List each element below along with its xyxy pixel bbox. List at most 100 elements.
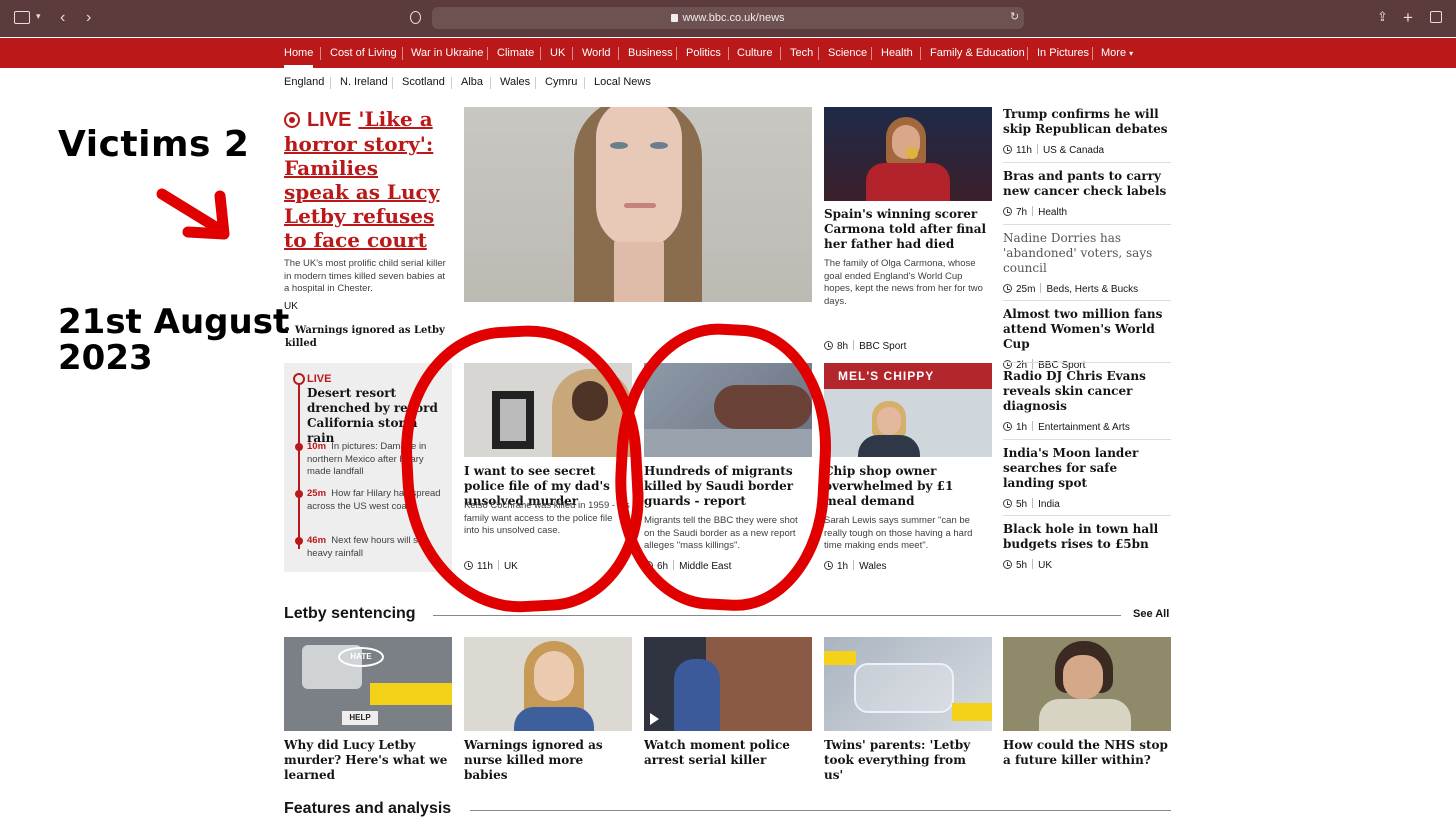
- sidebar-time: 25m: [1016, 284, 1036, 295]
- reload-icon[interactable]: ↻: [1010, 12, 1019, 23]
- divider: [1003, 300, 1171, 301]
- letby-headline-2[interactable]: Warnings ignored as nurse killed more ba…: [464, 738, 624, 783]
- sidebar-headline[interactable]: Radio DJ Chris Evans reveals skin cancer…: [1003, 369, 1171, 414]
- sidebar-headline[interactable]: Black hole in town hall budgets rises to…: [1003, 522, 1171, 552]
- nav-culture[interactable]: Culture: [737, 38, 772, 68]
- nav-science[interactable]: Science: [828, 38, 867, 68]
- sidebar-tag[interactable]: Health: [1038, 207, 1067, 218]
- chevron-down-icon: ▾: [1129, 49, 1134, 58]
- subnav-scotland[interactable]: Scotland: [402, 76, 445, 88]
- chevron-down-icon[interactable]: ▾: [36, 12, 41, 21]
- shirt-shape: [1039, 699, 1131, 731]
- story-tag[interactable]: Wales: [859, 561, 886, 572]
- nav-tech[interactable]: Tech: [790, 38, 813, 68]
- subnav-n-ireland[interactable]: N. Ireland: [340, 76, 388, 88]
- nav-family-education[interactable]: Family & Education: [930, 38, 1025, 68]
- nav-climate[interactable]: Climate: [497, 38, 534, 68]
- sidebar-item[interactable]: Radio DJ Chris Evans reveals skin cancer…: [1003, 369, 1171, 433]
- spain-tag[interactable]: BBC Sport: [859, 341, 906, 352]
- subnav-england[interactable]: England: [284, 76, 324, 88]
- nav-business[interactable]: Business: [628, 38, 673, 68]
- letby-headline-3[interactable]: Watch moment police arrest serial killer: [644, 738, 812, 768]
- sidebar-toggle-icon[interactable]: [14, 11, 30, 24]
- tab-overview-icon[interactable]: [1430, 11, 1442, 23]
- nav-cost-of-living[interactable]: Cost of Living: [330, 38, 397, 68]
- sidebar-item[interactable]: Bras and pants to carry new cancer check…: [1003, 169, 1171, 218]
- back-icon[interactable]: ‹: [60, 10, 65, 26]
- sidebar-item[interactable]: India's Moon lander searches for safe la…: [1003, 446, 1171, 510]
- section-rule: [433, 615, 1121, 616]
- sidebar-headline[interactable]: Trump confirms he will skip Republican d…: [1003, 107, 1171, 137]
- nav-divider: [871, 47, 872, 60]
- letby-headline-4[interactable]: Twins' parents: 'Letby took everything f…: [824, 738, 984, 783]
- subnav-alba[interactable]: Alba: [461, 76, 483, 88]
- lead-bullet[interactable]: Warnings ignored as Letby killed: [285, 324, 445, 350]
- live-update-time: 46m: [307, 535, 327, 546]
- letby-image-4[interactable]: [824, 637, 992, 731]
- divider: [1003, 224, 1171, 225]
- browser-toolbar: ▾ ‹ › www.bbc.co.uk/news ↻ ⇪ +: [0, 0, 1456, 37]
- nav-war-in-ukraine[interactable]: War in Ukraine: [411, 38, 483, 68]
- letby-image-5[interactable]: [1003, 637, 1171, 731]
- story-headline-chippy[interactable]: Chip shop owner overwhelmed by £1 meal d…: [824, 464, 986, 509]
- live-label: LIVE: [306, 109, 352, 131]
- story-image-chippy[interactable]: MEL'S CHIPPY: [824, 363, 992, 457]
- subnav-cymru[interactable]: Cymru: [545, 76, 577, 88]
- nav-divider: [320, 47, 321, 60]
- spain-headline[interactable]: Spain's winning scorer Carmona told afte…: [824, 207, 989, 252]
- sidebar-time: 1h: [1016, 422, 1028, 433]
- sidebar-headline[interactable]: Bras and pants to carry new cancer check…: [1003, 169, 1171, 199]
- bullet-icon: [285, 327, 289, 331]
- face-shape: [1063, 655, 1103, 699]
- lead-image[interactable]: [464, 107, 812, 302]
- sidebar-time: 7h: [1016, 207, 1028, 218]
- subnav-wales[interactable]: Wales: [500, 76, 530, 88]
- nav-world[interactable]: World: [582, 38, 611, 68]
- sidebar-tag[interactable]: UK: [1038, 560, 1052, 571]
- see-all-link[interactable]: See All: [1133, 608, 1169, 620]
- privacy-shield-icon[interactable]: [410, 11, 421, 24]
- live-update-time: 10m: [307, 441, 327, 452]
- play-icon[interactable]: [650, 713, 659, 725]
- lead-tag[interactable]: UK: [284, 301, 298, 313]
- address-bar[interactable]: www.bbc.co.uk/news: [432, 7, 1024, 29]
- nav-uk[interactable]: UK: [550, 38, 565, 68]
- letby-headline-1[interactable]: Why did Lucy Letby murder? Here's what w…: [284, 738, 452, 783]
- share-icon[interactable]: ⇪: [1377, 10, 1388, 23]
- story-summary-chippy: Sarah Lewis says summer "can be really t…: [824, 515, 973, 551]
- nav-in-pictures[interactable]: In Pictures: [1037, 38, 1089, 68]
- letby-headline-5[interactable]: How could the NHS stop a future killer w…: [1003, 738, 1171, 768]
- sidebar-headline[interactable]: Almost two million fans attend Women's W…: [1003, 307, 1171, 352]
- letby-image-2[interactable]: [464, 637, 632, 731]
- sidebar-item[interactable]: Trump confirms he will skip Republican d…: [1003, 107, 1171, 156]
- nav-health[interactable]: Health: [881, 38, 913, 68]
- sidebar-meta: 5h UK: [1003, 559, 1171, 571]
- letby-image-1[interactable]: HATE HELP: [284, 637, 452, 731]
- nav-divider: [920, 47, 921, 60]
- subnav-local-news[interactable]: Local News: [594, 76, 651, 88]
- nav-home[interactable]: Home: [284, 38, 314, 68]
- sidebar-tag[interactable]: India: [1038, 499, 1060, 510]
- forward-icon[interactable]: ›: [86, 10, 91, 26]
- nav-divider: [487, 47, 488, 60]
- sidebar-tag[interactable]: Beds, Herts & Bucks: [1046, 284, 1138, 295]
- section-rule: [470, 810, 1171, 811]
- spain-image[interactable]: [824, 107, 992, 201]
- officer-shape: [674, 659, 720, 731]
- sidebar-headline[interactable]: India's Moon lander searches for safe la…: [1003, 446, 1171, 491]
- clock-icon: [1003, 284, 1012, 293]
- clock-icon: [1003, 207, 1012, 216]
- sidebar-tag[interactable]: Entertainment & Arts: [1038, 422, 1130, 433]
- nav-divider: [402, 47, 403, 60]
- nav-politics[interactable]: Politics: [686, 38, 721, 68]
- sidebar-item[interactable]: Nadine Dorries has 'abandoned' voters, s…: [1003, 231, 1171, 295]
- new-tab-icon[interactable]: +: [1403, 9, 1413, 26]
- clock-icon: [1003, 560, 1012, 569]
- nav-more[interactable]: More ▾: [1101, 38, 1133, 68]
- sidebar-tag[interactable]: US & Canada: [1043, 145, 1104, 156]
- sidebar-item[interactable]: Black hole in town hall budgets rises to…: [1003, 522, 1171, 571]
- letby-image-3[interactable]: [644, 637, 812, 731]
- spain-time: 8h: [837, 341, 849, 352]
- sidebar-headline[interactable]: Nadine Dorries has 'abandoned' voters, s…: [1003, 231, 1171, 276]
- lead-story[interactable]: LIVE 'Like a horror story': Families spe…: [284, 107, 449, 252]
